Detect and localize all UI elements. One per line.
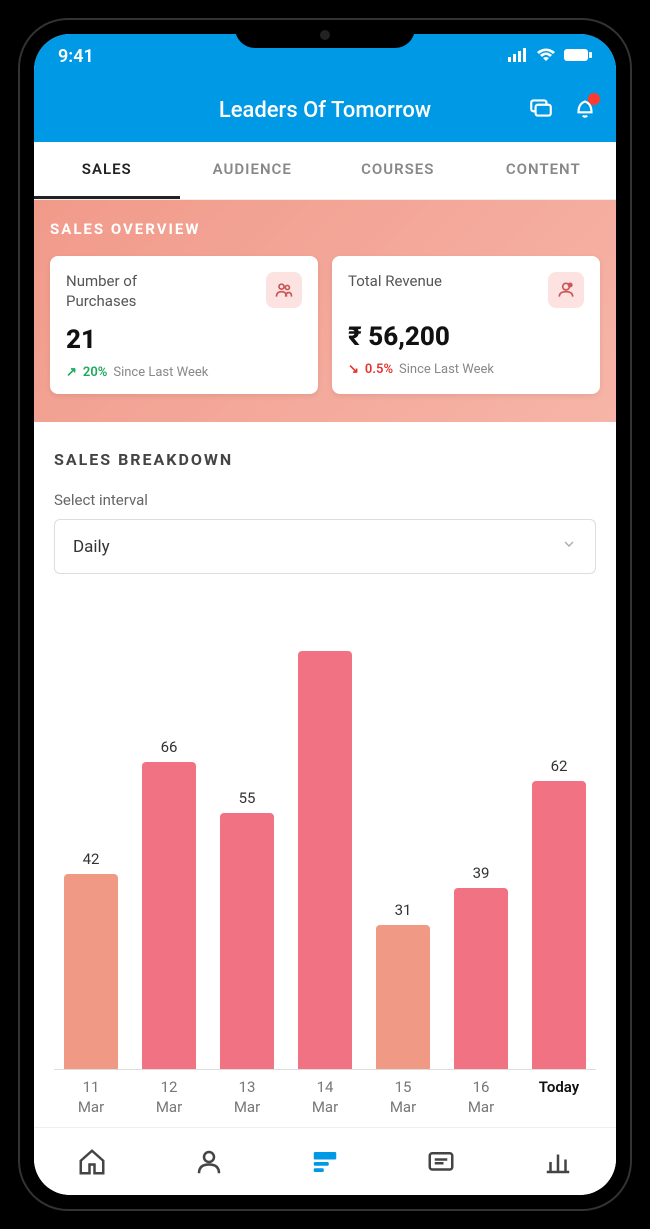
status-icons — [508, 47, 592, 66]
tab-sales[interactable]: SALES — [34, 142, 180, 199]
chart-bar[interactable]: 31 — [370, 604, 436, 1069]
nav-messages[interactable] — [383, 1128, 499, 1195]
chart-bar[interactable]: 39 — [448, 604, 514, 1069]
wifi-icon — [536, 47, 556, 66]
app-header: Leaders Of Tomorrow — [34, 78, 616, 142]
chart-bar-label: 13Mar — [214, 1078, 280, 1117]
chart-bar-label: 14Mar — [292, 1078, 358, 1117]
tab-content[interactable]: CONTENT — [471, 142, 617, 199]
chat-icon[interactable] — [528, 95, 554, 125]
chart-bar-rect — [64, 874, 118, 1069]
status-time: 9:41 — [58, 46, 94, 67]
bottom-nav — [34, 1127, 616, 1195]
phone-frame: 9:41 Leaders Of Tomorrow — [20, 20, 630, 1209]
chart-bar-label: Today — [526, 1078, 592, 1117]
chart-bar-value: 55 — [239, 789, 256, 807]
tab-audience[interactable]: AUDIENCE — [180, 142, 326, 199]
card-purchases-trend-since: Since Last Week — [113, 365, 208, 380]
card-purchases-label: Number of Purchases — [66, 272, 186, 311]
card-purchases-value: 21 — [66, 325, 302, 355]
chart-bar[interactable]: 62 — [526, 604, 592, 1069]
chart-bar-rect — [454, 888, 508, 1069]
chart-bar-rect — [376, 925, 430, 1069]
interval-select-label: Select interval — [54, 491, 596, 509]
card-purchases-trend-pct: 20% — [83, 365, 107, 380]
trend-down-icon: ↘ — [348, 362, 359, 377]
nav-analytics[interactable] — [500, 1128, 616, 1195]
sales-breakdown-section: SALES BREAKDOWN Select interval Daily 42… — [34, 422, 616, 1127]
tab-courses[interactable]: COURSES — [325, 142, 471, 199]
chart-bar-label: 11Mar — [58, 1078, 124, 1117]
phone-notch — [235, 20, 415, 48]
chart-bar[interactable]: 66 — [136, 604, 202, 1069]
chart-bar-value: 31 — [395, 901, 412, 919]
chevron-down-icon — [561, 536, 577, 557]
sales-breakdown-title: SALES BREAKDOWN — [54, 450, 596, 469]
chart-bar-label: 15Mar — [370, 1078, 436, 1117]
card-revenue-trend-pct: 0.5% — [365, 362, 393, 377]
chart-bar-label: 16Mar — [448, 1078, 514, 1117]
chart-bar-value: 39 — [473, 864, 490, 882]
card-revenue-trend-since: Since Last Week — [399, 362, 494, 377]
card-revenue-label: Total Revenue — [348, 272, 442, 292]
sales-chart: 42 66 55 31 39 62 11Mar 12Mar 13Mar 14Mar 15Mar 16… — [54, 604, 596, 1117]
chart-bar[interactable]: 42 — [58, 604, 124, 1069]
revenue-icon — [548, 272, 584, 308]
chart-bar-value: 66 — [161, 738, 178, 756]
nav-dashboard[interactable] — [267, 1128, 383, 1195]
chart-bar-label: 12Mar — [136, 1078, 202, 1117]
card-purchases[interactable]: Number of Purchases 21 ↗ 20% Since Last … — [50, 256, 318, 394]
interval-select[interactable]: Daily — [54, 519, 596, 574]
chart-bar[interactable] — [292, 604, 358, 1069]
card-revenue-value: ₹ 56,200 — [348, 322, 584, 352]
users-icon — [266, 272, 302, 308]
page-title: Leaders Of Tomorrow — [219, 98, 431, 123]
bell-icon[interactable] — [572, 95, 598, 125]
trend-up-icon: ↗ — [66, 365, 77, 380]
nav-home[interactable] — [34, 1128, 150, 1195]
tab-bar: SALES AUDIENCE COURSES CONTENT — [34, 142, 616, 200]
notification-badge — [588, 93, 600, 105]
sales-overview-title: SALES OVERVIEW — [50, 220, 600, 238]
sales-overview-section: SALES OVERVIEW Number of Purchases 21 ↗ … — [34, 200, 616, 422]
chart-bar-rect — [532, 781, 586, 1069]
chart-bar-rect — [220, 813, 274, 1069]
chart-bar[interactable]: 55 — [214, 604, 280, 1069]
card-revenue[interactable]: Total Revenue ₹ 56,200 ↘ 0.5% Since Last… — [332, 256, 600, 394]
chart-bar-rect — [298, 651, 352, 1070]
chart-bar-value: 62 — [551, 757, 568, 775]
battery-icon — [564, 47, 592, 66]
interval-select-value: Daily — [73, 537, 110, 557]
phone-screen: 9:41 Leaders Of Tomorrow — [34, 34, 616, 1195]
signal-icon — [508, 47, 528, 66]
chart-bar-rect — [142, 762, 196, 1069]
nav-profile[interactable] — [150, 1128, 266, 1195]
chart-bar-value: 42 — [83, 850, 100, 868]
